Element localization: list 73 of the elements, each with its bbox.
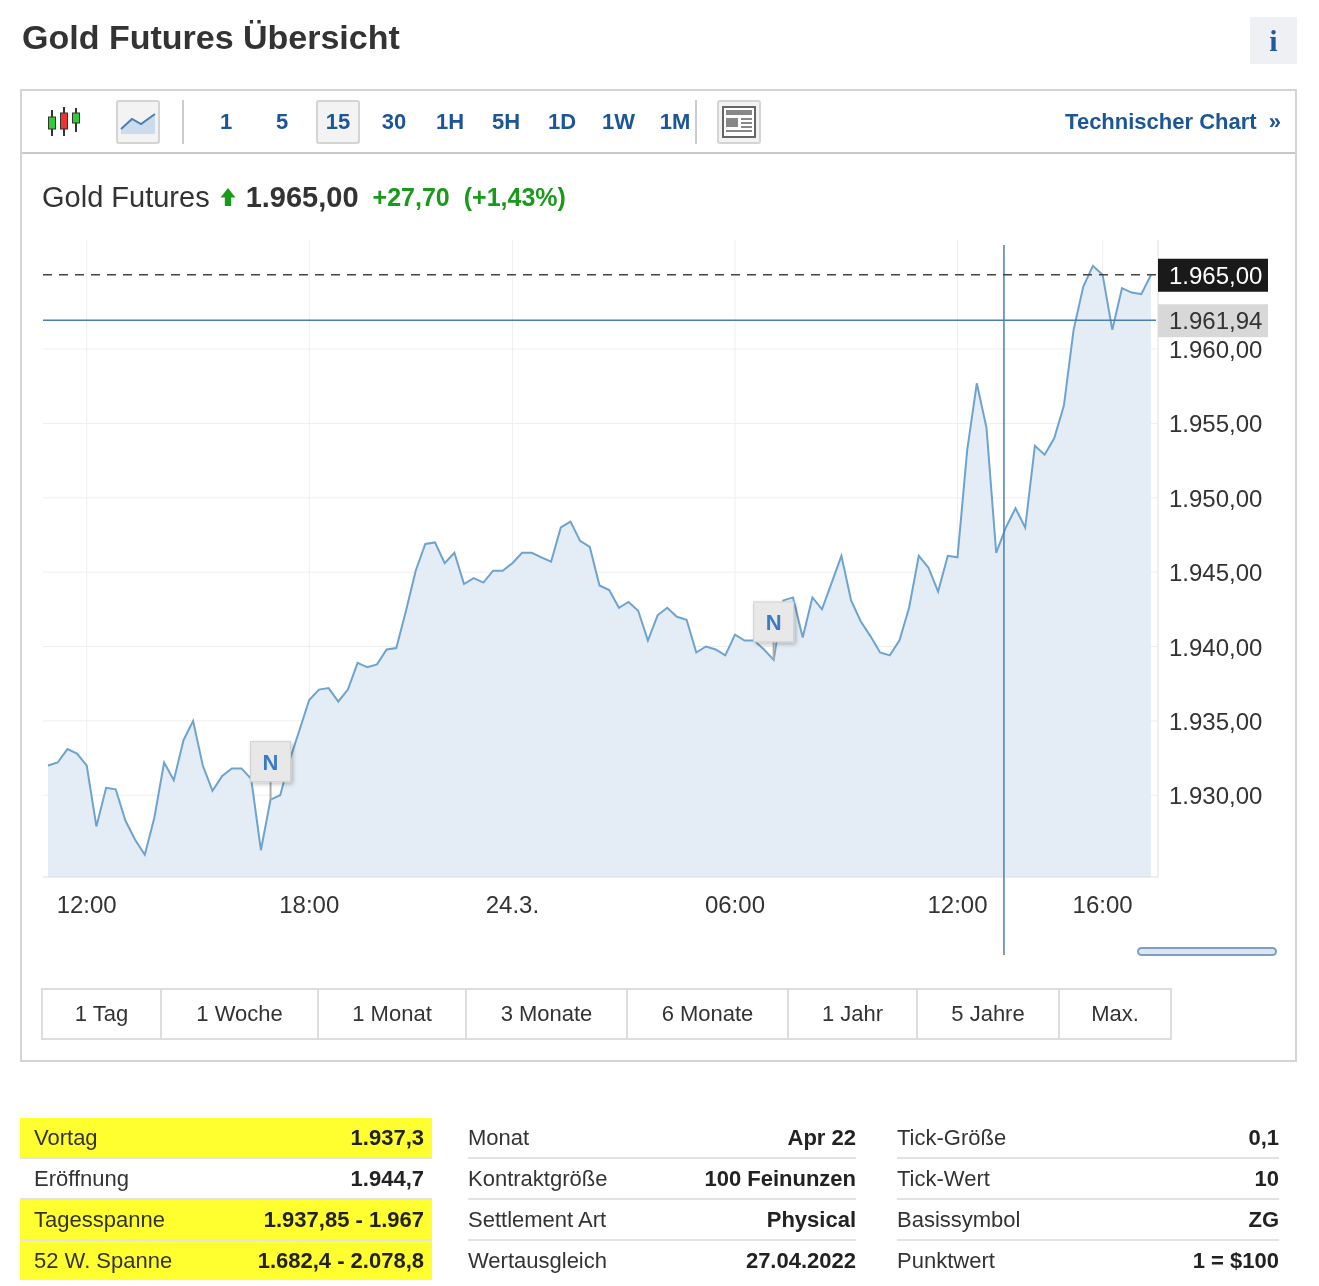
detail-value: Physical [766,1206,856,1233]
y-axis-label: 1.930,00 [1169,782,1263,810]
detail-value: Apr 22 [787,1124,856,1151]
y-axis-label: 1.945,00 [1169,559,1263,587]
detail-value: 27.04.2022 [745,1247,856,1274]
interval-button[interactable]: 1H [428,99,472,144]
detail-value: 100 Feinunzen [704,1165,856,1192]
interval-button[interactable]: 1W [596,99,641,144]
trend-arrow-icon [219,188,236,206]
candlestick-icon [46,105,82,138]
interval-button[interactable]: 1 [204,99,248,144]
x-axis-label: 06:00 [704,891,765,918]
detail-value: 1.937,3 [350,1124,424,1151]
instrument-name: Gold Futures [42,180,210,214]
detail-value: ZG [1248,1206,1279,1233]
x-axis-label: 18:00 [279,891,340,918]
detail-label: Vortag [34,1124,98,1151]
range-button[interactable]: 3 Monate [465,988,628,1040]
detail-label: Tick-Wert [897,1165,990,1192]
annotation: N [262,749,279,775]
detail-label: Monat [468,1124,530,1151]
info-button[interactable]: i [1250,17,1297,64]
detail-value: 1.944,7 [350,1165,424,1192]
scrollbar[interactable] [1137,947,1277,956]
detail-label: Kontraktgröße [468,1165,608,1192]
range-button[interactable]: 1 Jahr [787,988,918,1040]
detail-value: 1.682,4 - 2.078,8 [257,1247,424,1274]
detail-label: Basissymbol [897,1206,1021,1233]
last-price-tag: 1.965,00 [1158,258,1268,292]
range-button[interactable]: Max. [1058,988,1172,1040]
detail-label: Punktwert [897,1247,995,1274]
ref-line-label: 1.961,94 [1169,307,1263,335]
x-axis-label: 12:00 [927,891,988,918]
detail-label: Tick-Größe [897,1124,1007,1151]
layout-icon [722,105,756,138]
range-button[interactable]: 1 Monat [317,988,467,1040]
area-chart-button[interactable] [116,99,160,144]
detail-value: 0,1 [1248,1124,1279,1151]
interval-button[interactable]: 1D [540,99,584,144]
percent-change: (+1,43%) [463,182,566,212]
range-button[interactable]: 6 Monate [626,988,789,1040]
detail-label: Eröffnung [34,1165,129,1192]
y-axis-label: 1.950,00 [1169,484,1263,512]
interval-button[interactable]: 1M [653,99,697,144]
price-change: +27,70 [372,182,450,212]
crosshair-price-tag: 1.961,94 [1158,304,1268,338]
ref-line-label: 1.965,00 [1169,261,1263,289]
page-title: Gold Futures Übersicht [22,18,400,57]
detail-value: 1 = $100 [1192,1247,1279,1274]
y-axis-label: 1.960,00 [1169,336,1263,364]
range-button[interactable]: 1 Woche [160,988,319,1040]
technical-chart-link[interactable]: Technischer Chart » [1065,108,1281,135]
interval-button[interactable]: 30 [372,99,416,144]
last-price: 1.965,00 [245,180,359,214]
x-axis-label: 24.3. [485,891,540,918]
detail-label: 52 W. Spanne [34,1247,173,1274]
detail-label: Tagesspanne [34,1206,165,1233]
x-axis-label: 12:00 [56,891,117,918]
y-axis-label: 1.955,00 [1169,410,1263,438]
range-button[interactable]: 1 Tag [41,988,162,1040]
interval-button[interactable]: 15 [316,99,360,144]
detail-label: Wertausgleich [468,1247,607,1274]
layout-button[interactable] [717,99,761,144]
y-axis-label: 1.940,00 [1169,633,1263,661]
x-axis-label: 16:00 [1072,891,1133,918]
detail-value: 10 [1254,1165,1279,1192]
range-button[interactable]: 5 Jahre [916,988,1060,1040]
detail-value: 1.937,85 - 1.967 [263,1206,424,1233]
interval-button[interactable]: 5 [260,99,304,144]
y-axis-label: 1.935,00 [1169,707,1263,735]
annotation: N [765,609,782,635]
interval-button[interactable]: 5H [484,99,528,144]
detail-label: Settlement Art [468,1206,607,1233]
